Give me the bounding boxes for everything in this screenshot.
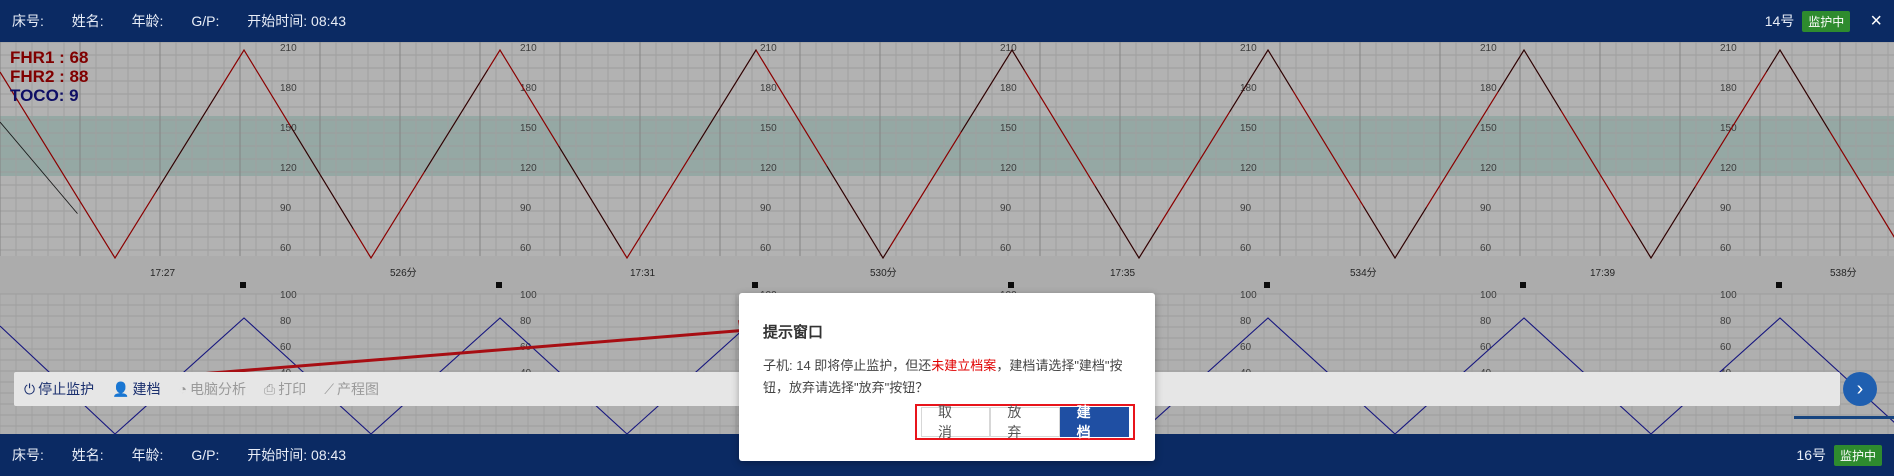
dialog-message: 子机: 14 即将停止监护，但还未建立档案，建档请选择"建档"按钮，放弃请选择"… xyxy=(763,355,1135,399)
stop-monitor-button[interactable]: ⏻ 停止监护 xyxy=(24,379,94,399)
name-label-2: 姓名: xyxy=(71,447,104,463)
bed-label: 床号: xyxy=(12,13,44,29)
chart-pie-icon: ◔ xyxy=(178,381,187,397)
discard-button[interactable]: 放 弃 xyxy=(990,404,1060,440)
archive-toolbar-button[interactable]: 👤 建档 xyxy=(112,379,160,399)
archive-button[interactable]: 建 档 xyxy=(1059,404,1129,440)
gp-label: G/P: xyxy=(191,13,220,29)
dialog-message-part1: 子机: 14 即将停止监护，但还 xyxy=(763,358,932,373)
archive-toolbar-label: 建档 xyxy=(132,381,161,397)
start-time-label-2: 开始时间: 08:43 xyxy=(247,447,347,463)
dialog-title: 提示窗口 xyxy=(763,324,824,341)
status-badge: 监护中 xyxy=(1802,10,1851,32)
partogram-label: 产程图 xyxy=(337,381,379,397)
age-label: 年龄: xyxy=(131,13,164,29)
unit-number: 14号 xyxy=(1764,13,1795,29)
stop-monitor-label: 停止监护 xyxy=(38,381,95,397)
name-label: 姓名: xyxy=(71,13,104,29)
line-chart-icon: ⟋ xyxy=(324,380,334,397)
analysis-label: 电脑分析 xyxy=(189,381,246,397)
status-badge-2: 监护中 xyxy=(1833,444,1882,466)
close-icon[interactable]: × xyxy=(1870,11,1882,31)
analysis-button[interactable]: ◔ 电脑分析 xyxy=(179,379,246,399)
patient-info-2: 床号: 姓名: 年龄: G/P: 开始时间: 08:43 xyxy=(12,445,370,465)
gp-label-2: G/P: xyxy=(191,447,220,463)
power-icon: ⏻ xyxy=(24,380,36,397)
cancel-button[interactable]: 取 消 xyxy=(921,404,991,440)
dialog-warning: 未建立档案 xyxy=(931,358,997,373)
prompt-dialog: 提示窗口 子机: 14 即将停止监护，但还未建立档案，建档请选择"建档"按钮，放… xyxy=(739,293,1155,461)
top-header-bar: 床号: 姓名: 年龄: G/P: 开始时间: 08:43 14号 监护中 × xyxy=(0,0,1894,42)
chevron-right-icon: › xyxy=(1856,377,1864,400)
unit-number-2: 16号 xyxy=(1796,447,1826,463)
bed-label-2: 床号: xyxy=(12,447,44,463)
age-label-2: 年龄: xyxy=(131,447,164,463)
unit-status: 14号 监护中 × xyxy=(1765,0,1882,42)
next-page-button[interactable]: › xyxy=(1843,372,1877,406)
print-button[interactable]: ⎙ 打印 xyxy=(264,379,306,399)
user-icon: 👤 xyxy=(112,380,130,397)
print-label: 打印 xyxy=(278,381,307,397)
partogram-button[interactable]: ⟋ 产程图 xyxy=(324,379,379,399)
unit-status-2: 16号 监护中 xyxy=(1796,434,1882,476)
dialog-button-group: 取 消 放 弃 建 档 xyxy=(915,404,1135,440)
printer-icon: ⎙ xyxy=(263,380,276,397)
patient-info: 床号: 姓名: 年龄: G/P: 开始时间: 08:43 xyxy=(12,11,370,31)
start-time-label: 开始时间: 08:43 xyxy=(247,13,347,29)
